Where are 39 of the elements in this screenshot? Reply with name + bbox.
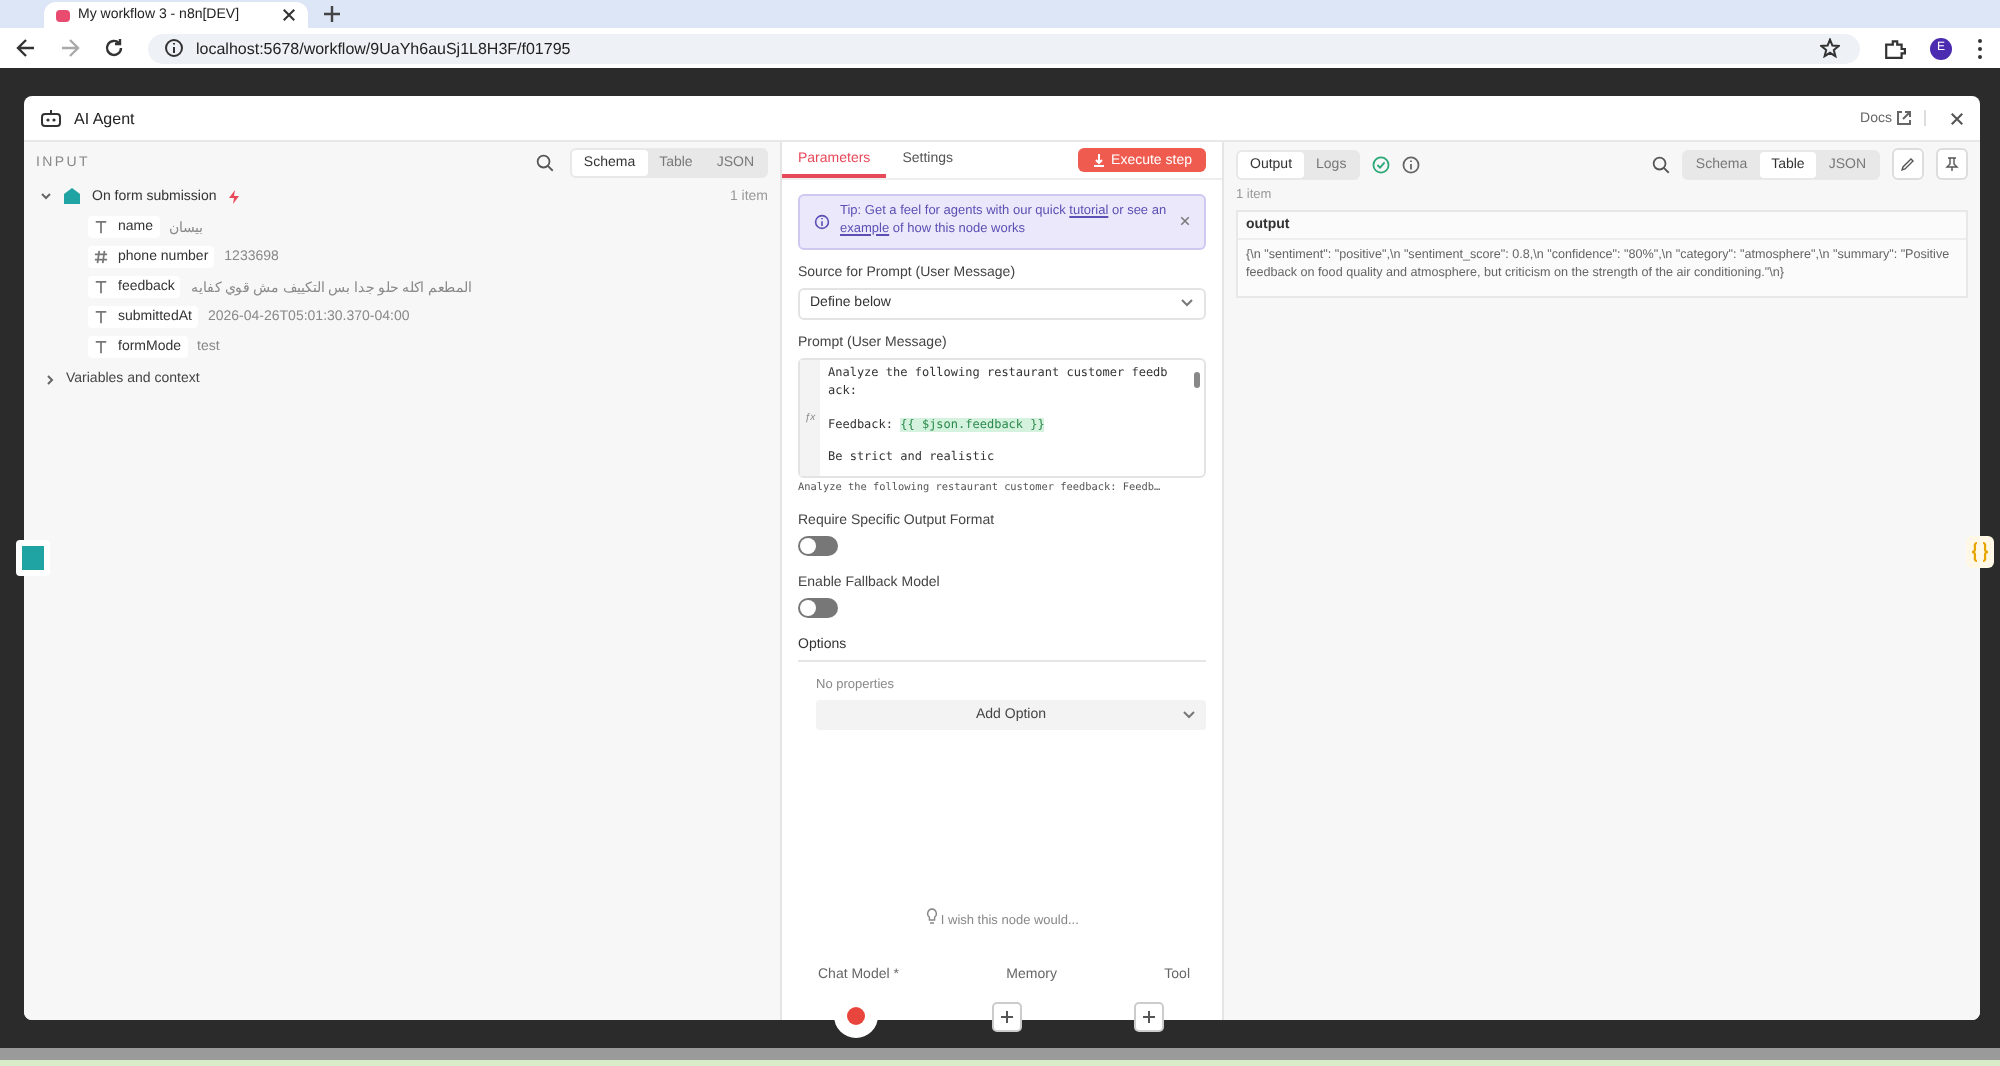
back-icon[interactable] (16, 38, 36, 58)
menu-icon[interactable] (1976, 37, 1984, 59)
lightbulb-icon (925, 907, 938, 924)
info-icon (164, 38, 184, 58)
star-icon[interactable] (1820, 38, 1840, 58)
text-type-icon (94, 220, 108, 234)
pencil-icon (1900, 156, 1916, 172)
close-icon[interactable] (1950, 111, 1964, 125)
check-circle-icon (1372, 155, 1391, 173)
text-type-icon (94, 310, 108, 324)
search-icon[interactable] (535, 153, 554, 171)
search-icon[interactable] (1651, 155, 1670, 173)
edit-button[interactable] (1892, 148, 1924, 180)
panel-title: AI Agent (74, 109, 135, 127)
chevron-down-icon (1182, 709, 1196, 720)
new-tab-icon[interactable] (324, 6, 340, 22)
toggle-switch[interactable] (798, 535, 838, 556)
reload-icon[interactable] (104, 38, 124, 58)
form-node-icon (64, 188, 80, 204)
puzzle-icon[interactable] (1884, 37, 1906, 59)
info-icon (1402, 155, 1421, 173)
add-button[interactable] (1134, 1001, 1164, 1031)
chevron-down-icon (1180, 298, 1194, 309)
chevron-right-icon[interactable] (44, 373, 56, 385)
text-type-icon (94, 280, 108, 294)
address-field[interactable]: localhost:5678/workflow/9UaYh6auSj1L8H3F/f01795 (148, 33, 1860, 63)
text-type-icon (94, 340, 108, 354)
node-handle-icon[interactable] (16, 540, 50, 576)
pin-icon (1944, 156, 1960, 172)
hash-icon (94, 250, 108, 264)
lightning-icon (228, 189, 241, 203)
external-link-icon (1896, 110, 1912, 126)
close-icon[interactable] (282, 8, 296, 22)
chevron-down-icon[interactable] (40, 190, 52, 202)
pin-button[interactable] (1936, 148, 1968, 180)
robot-icon (40, 108, 62, 128)
toggle-switch[interactable] (798, 597, 838, 618)
info-icon (814, 213, 830, 230)
add-button[interactable] (991, 1001, 1021, 1031)
